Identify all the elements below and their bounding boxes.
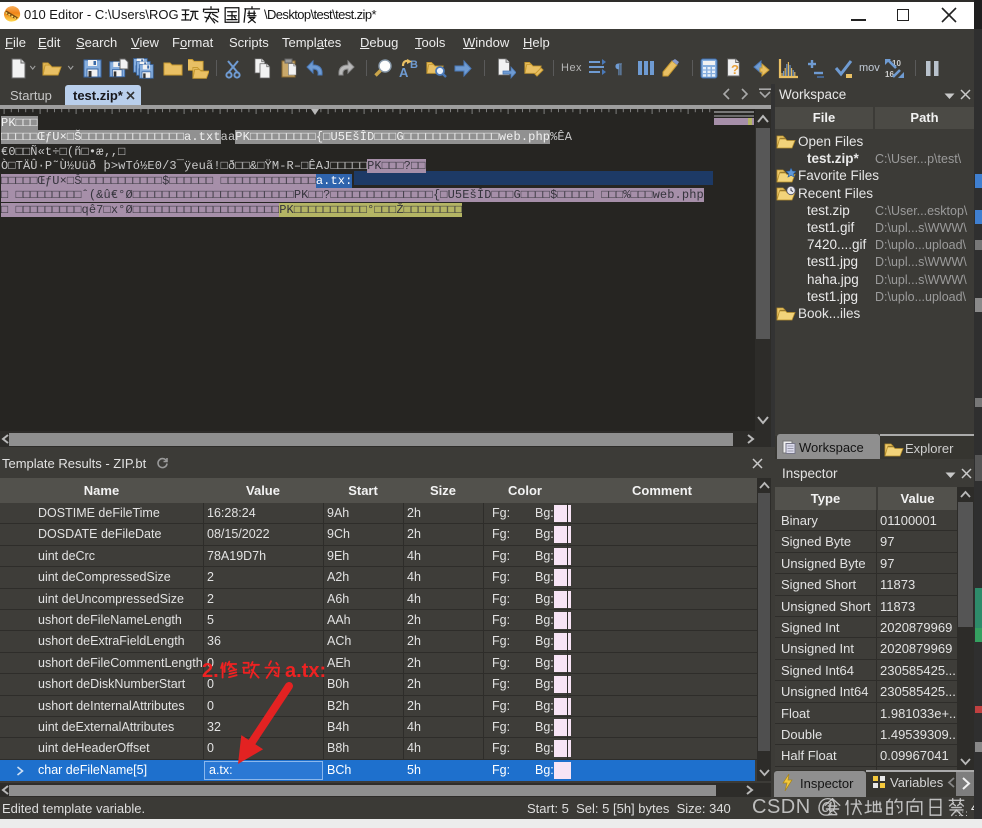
svg-text:B: B <box>410 59 418 71</box>
svg-text:¶: ¶ <box>615 61 623 77</box>
svg-text:16: 16 <box>885 70 894 79</box>
svg-text:A: A <box>399 65 409 79</box>
svg-text:?: ? <box>731 62 739 77</box>
